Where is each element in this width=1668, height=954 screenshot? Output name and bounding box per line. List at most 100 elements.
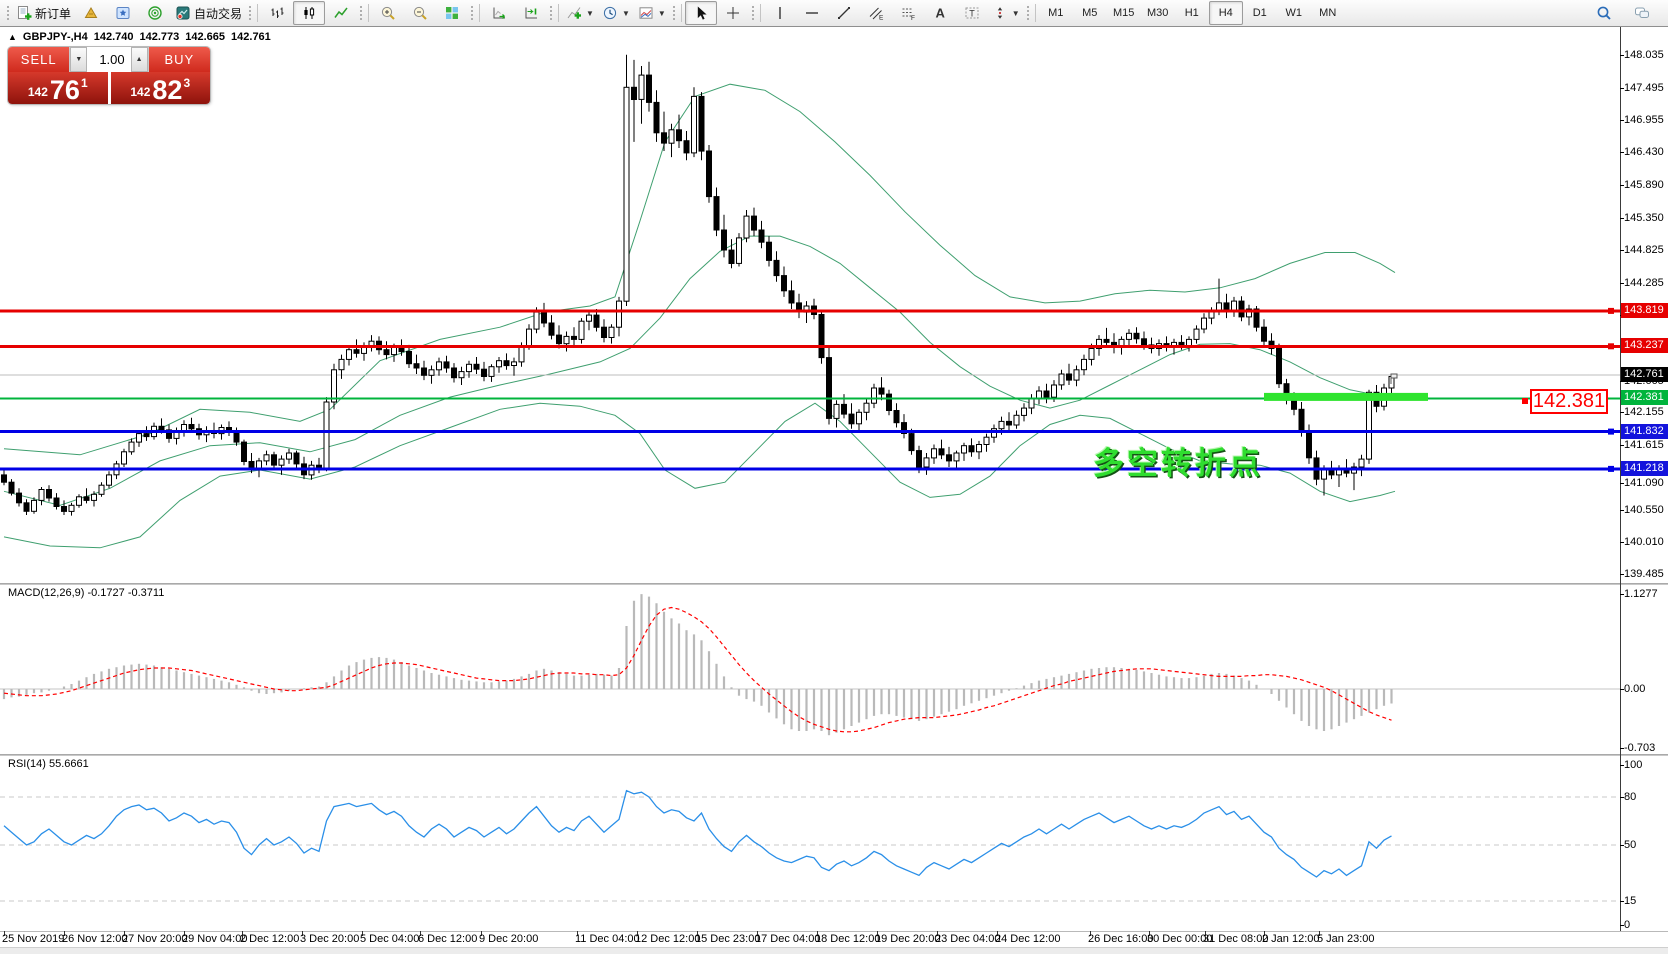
time-tick-label: 5 Dec 04:00 <box>360 933 419 945</box>
candle-body <box>92 494 97 500</box>
candle-body <box>182 425 187 431</box>
auto-scroll-button[interactable] <box>483 1 515 25</box>
sell-button[interactable]: SELL <box>8 47 69 72</box>
zoom-out-button[interactable] <box>404 1 436 25</box>
zoom-out-icon <box>412 5 428 21</box>
volume-increase-button[interactable]: ▲ <box>131 47 148 72</box>
buy-price-button[interactable]: 142 82 3 <box>111 72 211 104</box>
toolbar-grip <box>1026 5 1030 21</box>
auto-scroll-icon <box>491 5 507 21</box>
new-order-button[interactable]: 新订单 <box>12 1 75 25</box>
arrows-dropdown-icon[interactable]: ▼ <box>1012 9 1020 18</box>
candle-body <box>624 87 629 301</box>
tf-m30-button[interactable]: M30 <box>1141 1 1175 25</box>
hline-handle[interactable] <box>1608 466 1614 472</box>
candle-body <box>129 442 134 452</box>
candle-body <box>639 75 644 99</box>
collapse-panel-icon[interactable]: ▲ <box>8 32 17 42</box>
candlestick-chart-button[interactable] <box>293 1 325 25</box>
bar-chart-button[interactable] <box>261 1 293 25</box>
tf-m30-label: M30 <box>1147 7 1168 19</box>
templates-dropdown-icon[interactable]: ▼ <box>658 9 666 18</box>
candle-body <box>437 362 442 370</box>
indicators-dropdown-icon[interactable]: ▼ <box>586 9 594 18</box>
candle-body <box>1322 470 1327 479</box>
candle-body <box>39 490 44 501</box>
cursor-icon <box>693 5 709 21</box>
equidistant-channel-button[interactable]: E <box>860 1 892 25</box>
candle-body <box>579 321 584 339</box>
tf-m15-button[interactable]: M15 <box>1107 1 1141 25</box>
candle-body <box>1044 391 1049 397</box>
price-tick-label: 142.155 <box>1624 405 1668 419</box>
tf-d1-button[interactable]: D1 <box>1243 1 1277 25</box>
candle-body <box>1239 301 1244 317</box>
vertical-line-button[interactable] <box>764 1 796 25</box>
chat-button[interactable] <box>1626 1 1658 25</box>
candle-body <box>332 370 337 402</box>
volume-decrease-button[interactable]: ▼ <box>70 47 87 72</box>
candle-body <box>189 425 194 429</box>
rsi-line <box>4 791 1392 877</box>
fibonacci-button[interactable]: F <box>892 1 924 25</box>
indicators-button[interactable]: ▼ <box>562 1 598 25</box>
candle-body <box>962 446 967 453</box>
toolbar-separator <box>760 4 761 22</box>
tf-h1-button[interactable]: H1 <box>1175 1 1209 25</box>
hline-handle[interactable] <box>1608 308 1614 314</box>
hline-handle[interactable] <box>1608 429 1614 435</box>
price-tick-label: 140.010 <box>1624 535 1668 549</box>
navigator-button[interactable] <box>107 1 139 25</box>
auto-trading-button[interactable]: 自动交易 <box>171 1 246 25</box>
candle-body <box>47 490 52 499</box>
arrows-button[interactable]: ▼ <box>988 1 1024 25</box>
main-chart-canvas[interactable] <box>0 27 1668 583</box>
templates-button[interactable]: ▼ <box>634 1 670 25</box>
cursor-button[interactable] <box>685 1 717 25</box>
chart-shift-button[interactable] <box>515 1 547 25</box>
candle-body <box>84 497 89 501</box>
sell-price-button[interactable]: 142 76 1 <box>8 72 108 104</box>
search-button[interactable] <box>1588 1 1620 25</box>
tf-mn-button[interactable]: MN <box>1311 1 1345 25</box>
highlight-zone[interactable] <box>1264 393 1428 401</box>
trend-line-button[interactable] <box>828 1 860 25</box>
periods-dropdown-icon[interactable]: ▼ <box>622 9 630 18</box>
terminal-button[interactable] <box>139 1 171 25</box>
market-watch-button[interactable] <box>75 1 107 25</box>
tf-h4-button[interactable]: H4 <box>1209 1 1243 25</box>
candle-body <box>1262 327 1267 341</box>
price-callout-label[interactable]: 142.381 <box>1530 389 1608 414</box>
tf-m5-label: M5 <box>1082 7 1097 19</box>
horizontal-line-button[interactable] <box>796 1 828 25</box>
candle-body <box>399 347 404 351</box>
line-chart-button[interactable] <box>325 1 357 25</box>
price-callout-handle[interactable] <box>1522 398 1528 404</box>
crosshair-button[interactable] <box>717 1 749 25</box>
text-label-button[interactable]: T <box>956 1 988 25</box>
macd-pane-canvas[interactable] <box>0 585 1668 754</box>
hline-handle[interactable] <box>1608 343 1614 349</box>
periods-button[interactable]: ▼ <box>598 1 634 25</box>
candle-body <box>744 216 749 238</box>
candle-body <box>729 250 734 263</box>
candle-body <box>819 315 824 358</box>
time-tick-label: 23 Dec 04:00 <box>935 933 1000 945</box>
tf-m1-button[interactable]: M1 <box>1039 1 1073 25</box>
zoom-in-button[interactable] <box>372 1 404 25</box>
tf-m5-button[interactable]: M5 <box>1073 1 1107 25</box>
rsi-pane-canvas[interactable] <box>0 756 1668 931</box>
candle-body <box>954 453 959 461</box>
text-button[interactable]: A <box>924 1 956 25</box>
volume-value[interactable]: 1.00 <box>87 47 130 72</box>
volume-stepper: ▼ 1.00 ▲ <box>69 47 148 72</box>
tile-windows-button[interactable] <box>436 1 468 25</box>
symbol-info: ▲ GBPJPY-,H4 142.740 142.773 142.665 142… <box>8 31 271 43</box>
pane-separator[interactable] <box>0 931 1668 932</box>
chart-text-annotation[interactable]: 多空转折点 <box>1093 438 1263 483</box>
flag-marker-icon[interactable] <box>1391 374 1397 378</box>
buy-button[interactable]: BUY <box>149 47 210 72</box>
chart-window[interactable]: 148.035147.495146.955146.430145.890145.3… <box>0 27 1668 953</box>
candle-body <box>137 434 142 443</box>
tf-w1-button[interactable]: W1 <box>1277 1 1311 25</box>
